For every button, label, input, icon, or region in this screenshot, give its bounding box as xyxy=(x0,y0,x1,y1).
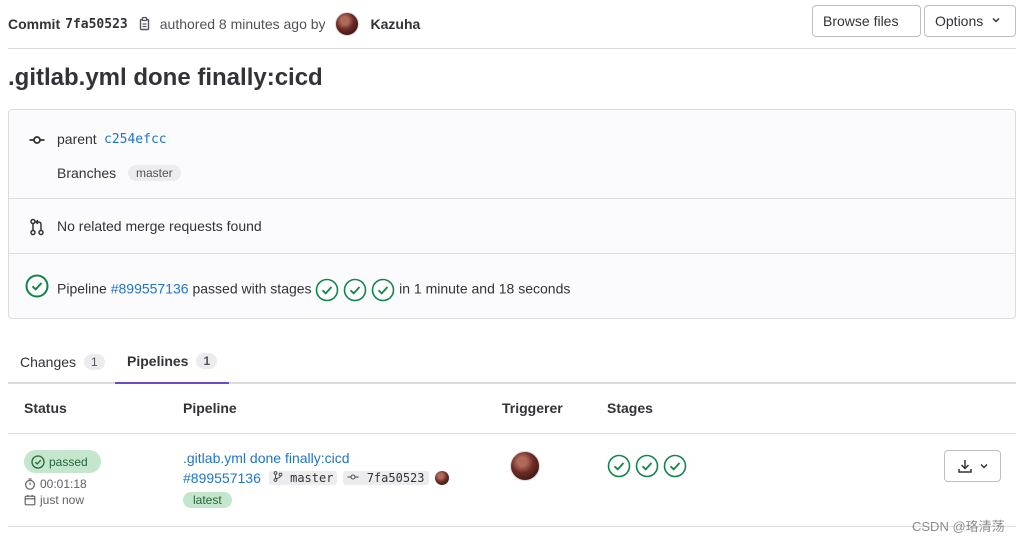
commit-header: Commit 7fa50523 authored 8 minutes ago b… xyxy=(8,0,1016,49)
status-success-icon[interactable] xyxy=(25,274,49,301)
stage-test-icon[interactable] xyxy=(635,454,659,478)
latest-badge: latest xyxy=(183,492,232,508)
table-header-divider xyxy=(8,433,1016,434)
pipeline-ref-line: #899557136 master 7fa50523 xyxy=(183,470,449,486)
timer-icon xyxy=(24,478,36,490)
parent-label: parent xyxy=(57,131,97,147)
tab-pipelines-label: Pipelines xyxy=(127,353,189,369)
chevron-down-icon xyxy=(991,15,1001,28)
pipeline-row-text: Pipeline #899557136 passed with stages i… xyxy=(57,278,570,302)
column-header-triggerer: Triggerer xyxy=(502,400,563,416)
commit-author-avatar[interactable] xyxy=(434,471,449,485)
download-artifacts-button[interactable] xyxy=(944,450,1001,482)
pipeline-duration-text: in 1 minute and 18 seconds xyxy=(399,280,571,297)
pipeline-commit-title-link[interactable]: .gitlab.yml done finally:cicd xyxy=(183,450,350,466)
tab-pipelines[interactable]: Pipelines 1 xyxy=(115,340,230,384)
pipeline-commit-tag[interactable]: 7fa50523 xyxy=(343,471,429,485)
pipeline-branch-name: master xyxy=(290,471,334,485)
watermark: CSDN @珞清荡 xyxy=(912,519,1005,534)
merge-request-icon xyxy=(29,218,45,239)
tab-pipelines-count: 1 xyxy=(196,353,218,369)
merge-requests-text: No related merge requests found xyxy=(57,218,262,234)
stage-build-icon[interactable] xyxy=(607,454,631,478)
commit-title: .gitlab.yml done finally:cicd xyxy=(8,64,323,91)
column-header-pipeline: Pipeline xyxy=(183,400,237,416)
column-header-stages: Stages xyxy=(607,400,653,416)
chevron-down-icon xyxy=(979,463,988,469)
pipeline-id-link[interactable]: #899557136 xyxy=(183,470,261,486)
tab-changes-label: Changes xyxy=(20,354,77,370)
pipeline-commit-sha: 7fa50523 xyxy=(366,471,425,485)
status-success-icon xyxy=(31,454,45,469)
options-label: Options xyxy=(935,13,984,29)
merge-requests-row: No related merge requests found xyxy=(9,199,1015,254)
commit-tabs: Changes 1 Pipelines 1 xyxy=(8,340,1016,384)
parent-branches-row: parent c254efcc Branches master xyxy=(9,110,1015,199)
author-name[interactable]: Kazuha xyxy=(371,16,421,32)
stage-build-icon[interactable] xyxy=(315,278,339,302)
stage-deploy-icon[interactable] xyxy=(371,278,395,302)
commit-info-box: parent c254efcc Branches master No relat… xyxy=(8,109,1016,319)
copy-icon[interactable] xyxy=(137,16,151,32)
pipeline-duration: 00:01:18 xyxy=(24,477,87,491)
duration-value: 00:01:18 xyxy=(40,477,87,491)
calendar-icon xyxy=(24,494,36,506)
commit-sha: 7fa50523 xyxy=(65,16,128,32)
status-badge-label: passed xyxy=(49,454,88,469)
pipeline-middle-text: passed with stages xyxy=(192,280,312,297)
browse-files-button[interactable]: Browse files xyxy=(812,5,921,37)
options-dropdown[interactable]: Options xyxy=(924,5,1016,37)
download-icon xyxy=(957,460,972,473)
stage-test-icon[interactable] xyxy=(343,278,367,302)
commit-icon xyxy=(347,474,359,480)
commit-icon xyxy=(29,132,45,151)
triggerer-avatar[interactable] xyxy=(510,451,540,481)
column-header-status: Status xyxy=(24,400,67,416)
tab-changes-count: 1 xyxy=(84,354,105,370)
table-bottom-divider xyxy=(8,526,1016,527)
branch-badge[interactable]: master xyxy=(128,165,181,181)
pipeline-branch-tag[interactable]: master xyxy=(268,471,338,485)
pipeline-id-link[interactable]: #899557136 xyxy=(111,281,189,297)
tab-changes[interactable]: Changes 1 xyxy=(8,340,117,384)
pipeline-stages xyxy=(607,454,687,478)
stage-deploy-icon[interactable] xyxy=(663,454,687,478)
parent-sha-link[interactable]: c254efcc xyxy=(104,132,167,147)
author-avatar[interactable] xyxy=(334,12,359,36)
finished-value: just now xyxy=(40,493,85,507)
branches-label: Branches xyxy=(57,165,117,181)
commit-label: Commit xyxy=(8,16,61,32)
pipeline-row: Pipeline #899557136 passed with stages i… xyxy=(9,254,1015,319)
pipeline-finished: just now xyxy=(24,493,84,507)
status-badge[interactable]: passed xyxy=(24,450,101,473)
authored-text: authored 8 minutes ago by xyxy=(159,16,326,32)
pipeline-prefix: Pipeline xyxy=(57,280,107,297)
branch-icon xyxy=(273,471,283,482)
